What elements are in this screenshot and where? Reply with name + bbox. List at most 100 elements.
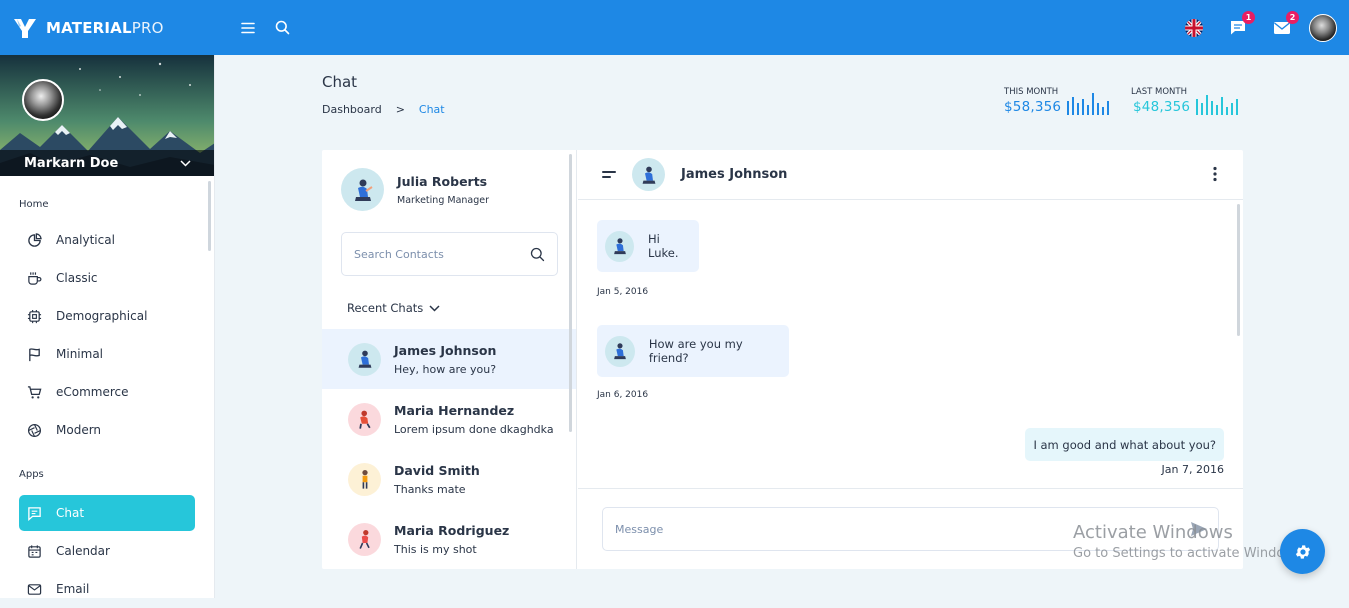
chat-list-item[interactable]: Maria Rodriguez This is my shot — [322, 509, 576, 569]
messages-button[interactable]: 1 — [1221, 10, 1255, 45]
messages-badge: 1 — [1242, 10, 1255, 24]
incoming-message: How are you my friend? — [597, 325, 789, 377]
messages-scrollbar[interactable] — [1237, 204, 1240, 336]
chat-list-item[interactable]: Maria Hernandez Lorem ipsum done dkaghdk… — [322, 389, 576, 449]
chat-card: Julia Roberts Marketing Manager Recent C… — [322, 150, 1243, 569]
chat-list-item[interactable]: David Smith Thanks mate — [322, 449, 576, 509]
sidebar-item-ecommerce[interactable]: eCommerce — [0, 373, 214, 411]
more-vertical-icon[interactable] — [1213, 166, 1217, 182]
contact-avatar — [348, 402, 381, 436]
cpu-icon — [27, 309, 42, 323]
sidebar-item-label: Chat — [56, 506, 85, 520]
sidebar-item-classic[interactable]: Classic — [0, 259, 214, 297]
contacts-panel: Julia Roberts Marketing Manager Recent C… — [322, 150, 577, 569]
sidebar-item-minimal[interactable]: Minimal — [0, 335, 214, 373]
stat-value: $58,356 — [1004, 99, 1062, 115]
search-icon[interactable] — [530, 247, 545, 262]
message-date: Jan 5, 2016 — [597, 287, 649, 297]
chat-list-item[interactable]: James Johnson Hey, how are you? — [322, 329, 576, 389]
sidebar: Markarn Doe Home Analytical Classic Demo… — [0, 55, 215, 598]
stat-label: LAST MONTH — [1131, 87, 1188, 97]
sidebar-item-email[interactable]: Email — [0, 570, 214, 608]
sidebar-scrollbar[interactable] — [208, 181, 211, 251]
recent-chats-label: Recent Chats — [347, 301, 424, 315]
sidebar-item-label: Analytical — [56, 233, 115, 247]
calendar-icon — [28, 544, 41, 558]
chevron-down-icon — [429, 304, 440, 312]
breadcrumb-separator: > — [395, 103, 405, 116]
conversation-header: James Johnson — [578, 150, 1243, 200]
user-avatar-button[interactable] — [1309, 13, 1337, 42]
contact-avatar — [348, 462, 381, 496]
profile-avatar[interactable] — [22, 79, 64, 121]
cart-icon — [27, 385, 42, 398]
contact-avatar — [348, 522, 381, 556]
message-text: Hi Luke. — [648, 232, 679, 260]
mail-button[interactable]: 2 — [1265, 10, 1299, 45]
brand-name: MATERIALPRO — [46, 18, 164, 37]
mail-icon — [27, 583, 42, 595]
contact-avatar — [348, 342, 381, 376]
contacts-scrollbar[interactable] — [569, 154, 572, 432]
message-avatar — [605, 335, 635, 367]
topbar: MATERIALPRO 1 2 — [0, 0, 1349, 55]
breadcrumb-dashboard-link[interactable]: Dashboard — [322, 103, 382, 116]
message-date: Jan 6, 2016 — [597, 390, 649, 400]
sidebar-toggle-icon[interactable] — [602, 170, 616, 180]
current-user-role: Marketing Manager — [397, 194, 490, 206]
contact-name: James Johnson — [394, 342, 497, 358]
sidebar-item-label: Classic — [56, 271, 98, 285]
logo-icon — [14, 18, 36, 38]
search-icon — [275, 20, 289, 35]
sidebar-item-label: Demographical — [56, 309, 148, 323]
uk-flag-icon — [1185, 18, 1203, 37]
menu-toggle-button[interactable] — [231, 11, 265, 45]
flag-icon — [29, 347, 40, 361]
nav-section-home: Home — [19, 199, 49, 210]
sidebar-item-label: Minimal — [56, 347, 104, 361]
message-text: How are you my friend? — [648, 337, 743, 365]
windows-activation-watermark: Activate Windows Go to Settings to activ… — [1073, 522, 1306, 561]
pie-chart-icon — [28, 232, 42, 247]
person-illustration-icon — [361, 469, 368, 489]
person-illustration-icon — [613, 238, 626, 255]
conversation-contact-name: James Johnson — [681, 167, 788, 182]
brand[interactable]: MATERIALPRO — [0, 15, 215, 41]
chevron-down-icon — [180, 159, 191, 167]
message-avatar — [605, 230, 634, 262]
language-button[interactable] — [1177, 11, 1211, 45]
conversation-avatar — [632, 158, 665, 191]
sidebar-profile: Markarn Doe — [0, 55, 214, 176]
outgoing-message: I am good and what about you? — [1025, 428, 1224, 461]
person-illustration-icon — [642, 166, 655, 184]
profile-name-toggle[interactable]: Markarn Doe — [0, 150, 214, 176]
sidebar-item-chat[interactable]: Chat — [19, 495, 195, 531]
current-user-name: Julia Roberts — [397, 173, 488, 189]
breadcrumb: Dashboard > Chat — [322, 103, 445, 116]
contact-search — [341, 232, 558, 276]
person-illustration-icon — [358, 410, 371, 429]
settings-fab-button[interactable] — [1280, 529, 1325, 574]
page-title: Chat — [322, 73, 358, 91]
sidebar-item-modern[interactable]: Modern — [0, 411, 214, 449]
recent-chats-dropdown[interactable]: Recent Chats — [347, 301, 440, 315]
coffee-icon — [28, 271, 42, 285]
search-contacts-input[interactable] — [354, 247, 514, 261]
person-illustration-icon — [358, 350, 371, 368]
aperture-icon — [27, 423, 42, 437]
search-button[interactable] — [265, 11, 299, 45]
sidebar-item-label: eCommerce — [56, 385, 129, 399]
contact-last-message: Thanks mate — [394, 482, 466, 496]
menu-icon — [241, 22, 255, 33]
stat-label: THIS MONTH — [1004, 87, 1059, 97]
message-date: Jan 7, 2016 — [1161, 463, 1224, 476]
sidebar-item-calendar[interactable]: Calendar — [0, 532, 214, 570]
current-user-avatar[interactable] — [341, 168, 384, 211]
profile-name: Markarn Doe — [24, 155, 119, 171]
mail-badge: 2 — [1286, 10, 1299, 24]
watermark-line-2: Go to Settings to activate Windows. — [1073, 546, 1306, 561]
sidebar-item-demographical[interactable]: Demographical — [0, 297, 214, 335]
sidebar-item-analytical[interactable]: Analytical — [0, 221, 214, 259]
sparkline-bars — [1067, 93, 1110, 115]
conversation-panel: James Johnson Hi Luke. Jan 5, 2016 How a… — [578, 150, 1243, 569]
